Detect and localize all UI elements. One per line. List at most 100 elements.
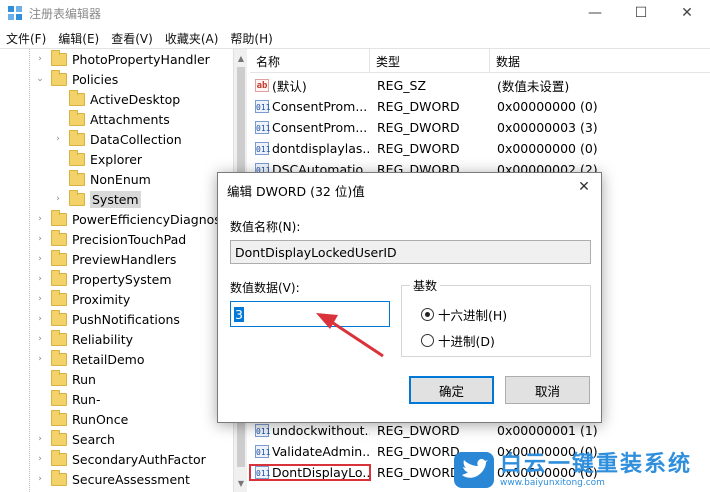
value-data-text[interactable]: 3 [234, 306, 244, 322]
folder-icon [51, 429, 67, 446]
binary-value-icon: 011 [255, 466, 270, 479]
column-type[interactable]: 类型 [370, 49, 490, 73]
value-name-text: ConsentProm... [272, 120, 368, 135]
watermark: 白云一键重装系统 www.baiyunxitong.com [454, 448, 710, 492]
value-name-cell[interactable]: 011 undockwithout... [250, 423, 370, 438]
expand-chevron-icon[interactable]: › [34, 273, 46, 285]
expand-chevron-icon[interactable] [34, 413, 46, 425]
tree-item[interactable]: ⌄ Policies [34, 69, 118, 89]
menu-help[interactable]: 帮助(H) [224, 30, 278, 47]
value-row[interactable]: 011 ConsentProm... REG_DWORD 0x00000000 (0) [250, 96, 710, 117]
expand-chevron-icon[interactable]: › [52, 193, 64, 205]
scroll-up-arrow-icon[interactable]: ▲ [234, 51, 248, 65]
tree-item[interactable]: › Search [34, 429, 115, 449]
expand-chevron-icon[interactable] [52, 113, 64, 125]
folder-icon [51, 69, 67, 86]
value-name-cell[interactable]: ab (默认) [250, 76, 370, 95]
scroll-down-arrow-icon[interactable]: ▼ [234, 476, 248, 490]
close-button[interactable]: ✕ [664, 0, 710, 26]
expand-chevron-icon[interactable] [52, 153, 64, 165]
value-name-cell[interactable]: 011 ConsentProm... [250, 120, 370, 135]
expand-chevron-icon[interactable]: › [34, 233, 46, 245]
expand-chevron-icon[interactable]: › [34, 293, 46, 305]
tree-item[interactable]: ActiveDesktop [52, 89, 180, 109]
expand-chevron-icon[interactable]: › [34, 453, 46, 465]
tree-item[interactable]: › PhotoPropertyHandler [34, 49, 210, 69]
tree-item[interactable]: RunOnce [34, 409, 128, 429]
expand-chevron-icon[interactable]: › [34, 53, 46, 65]
expand-chevron-icon[interactable] [52, 93, 64, 105]
expand-chevron-icon[interactable] [34, 373, 46, 385]
column-data[interactable]: 数据 [490, 49, 710, 73]
tree-item[interactable]: › PowerEfficiencyDiagnostic [34, 209, 233, 229]
tree-item-label: PrecisionTouchPad [72, 231, 187, 247]
expand-chevron-icon[interactable]: › [34, 213, 46, 225]
menu-view[interactable]: 查看(V) [105, 30, 159, 47]
title-bar: 注册表编辑器 — ☐ ✕ [0, 0, 710, 26]
tree-item[interactable]: › Proximity [34, 289, 130, 309]
tree-item[interactable]: NonEnum [52, 169, 151, 189]
expand-chevron-icon[interactable]: › [34, 433, 46, 445]
key-tree[interactable]: › PhotoPropertyHandler ⌄ Policies ActiveDesk… [0, 49, 233, 492]
radio-unchecked-icon[interactable] [421, 334, 434, 347]
tree-item[interactable]: › Reliability [34, 329, 133, 349]
tree-item[interactable]: Attachments [52, 109, 170, 129]
maximize-button[interactable]: ☐ [618, 0, 664, 26]
expand-chevron-icon[interactable]: › [34, 333, 46, 345]
cancel-button[interactable]: 取消 [505, 376, 590, 404]
list-header: 名称 类型 数据 [250, 49, 710, 73]
binary-value-icon: 011 [255, 121, 270, 134]
value-name-cell[interactable]: 011 ConsentProm... [250, 99, 370, 114]
expand-chevron-icon[interactable]: › [34, 473, 46, 485]
dialog-close-icon[interactable]: ✕ [575, 178, 593, 196]
menu-file[interactable]: 文件(F) [0, 30, 52, 47]
value-name-field: DontDisplayLockedUserID [230, 240, 591, 264]
value-row[interactable]: 011 ConsentProm... REG_DWORD 0x00000003 (3) [250, 117, 710, 138]
tree-item[interactable]: › DataCollection [52, 129, 182, 149]
expand-chevron-icon[interactable] [52, 173, 64, 185]
value-name-cell[interactable]: 011 dontdisplaylas... [250, 141, 370, 156]
tree-item[interactable]: › PreviewHandlers [34, 249, 176, 269]
value-data-cell: 0x00000003 (3) [497, 120, 598, 135]
expand-chevron-icon[interactable]: › [34, 353, 46, 365]
minimize-button[interactable]: — [572, 0, 618, 26]
column-name[interactable]: 名称 [250, 49, 370, 73]
tree-item[interactable]: Run- [34, 389, 100, 409]
menu-edit[interactable]: 编辑(E) [52, 30, 105, 47]
expand-chevron-icon[interactable]: › [34, 253, 46, 265]
tree-item[interactable]: Explorer [52, 149, 142, 169]
tree-item[interactable]: › PrecisionTouchPad [34, 229, 186, 249]
expand-chevron-icon[interactable]: › [34, 313, 46, 325]
value-row[interactable]: ab (默认) REG_SZ (数值未设置) [250, 75, 710, 96]
radio-decimal[interactable]: 十进制(D) [421, 331, 495, 350]
expand-chevron-icon[interactable]: ⌄ [34, 73, 46, 85]
menu-favorites[interactable]: 收藏夹(A) [159, 30, 225, 47]
value-name-cell[interactable]: 011 ValidateAdmin... [250, 444, 370, 459]
value-name-text: DontDisplayLockedUserID [235, 244, 397, 260]
tree-item[interactable]: › SecondaryAuthFactor [34, 449, 206, 469]
tree-item-label: DataCollection [90, 131, 182, 147]
expand-chevron-icon[interactable]: › [52, 133, 64, 145]
tree-item[interactable]: › PropertySystem [34, 269, 172, 289]
value-row[interactable]: 011 undockwithout... REG_DWORD 0x00000001 (… [250, 420, 710, 441]
value-data-input[interactable]: 3 [230, 301, 390, 327]
tree-item-label: Run- [72, 391, 101, 407]
value-type-cell: REG_SZ [377, 78, 427, 93]
tree-item[interactable]: Run [34, 369, 96, 389]
radio-checked-icon[interactable] [421, 308, 434, 321]
expand-chevron-icon[interactable] [34, 393, 46, 405]
value-name-cell[interactable]: 011 DontDisplayLo... [249, 464, 371, 481]
tree-item-label: Policies [72, 71, 119, 87]
ok-button[interactable]: 确定 [409, 376, 494, 404]
tree-item[interactable]: › PushNotifications [34, 309, 180, 329]
value-name-text: DontDisplayLo... [272, 465, 370, 480]
tree-item[interactable]: › RetailDemo [34, 349, 144, 369]
folder-icon [51, 269, 67, 286]
tree-item[interactable]: › System [52, 189, 141, 209]
value-name-label: 数值名称(N): [230, 220, 301, 234]
value-type-cell: REG_DWORD [377, 120, 460, 135]
value-row[interactable]: 011 dontdisplaylas... REG_DWORD 0x00000000 … [250, 138, 710, 159]
tree-item-label: PreviewHandlers [72, 251, 177, 267]
tree-item[interactable]: › SecureAssessment [34, 469, 190, 489]
radio-hexadecimal[interactable]: 十六进制(H) [421, 305, 507, 324]
